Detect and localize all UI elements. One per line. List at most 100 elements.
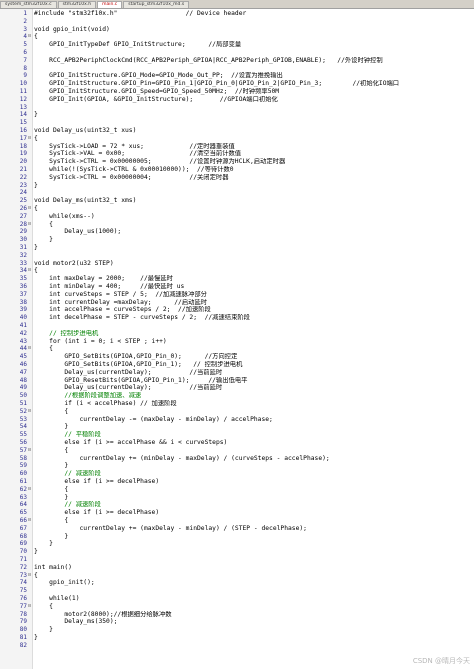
- tab-file[interactable]: main.c: [97, 1, 123, 8]
- code-line[interactable]: [34, 119, 474, 127]
- code-line[interactable]: }: [34, 111, 474, 119]
- code-line[interactable]: [34, 104, 474, 112]
- code-line[interactable]: }: [34, 626, 474, 634]
- code-line[interactable]: #include "stm32f10x.h" // Device header: [34, 10, 474, 18]
- tab-file[interactable]: startup_stm32f10x_md.s: [123, 1, 190, 8]
- fold-toggle-icon[interactable]: ⊟: [27, 267, 32, 275]
- code-line[interactable]: void gpio_init(void): [34, 26, 474, 34]
- code-line[interactable]: {: [34, 135, 474, 143]
- code-line[interactable]: currentDelay += (maxDelay - minDelay) / …: [34, 525, 474, 533]
- fold-toggle-icon[interactable]: ⊟: [27, 205, 32, 213]
- code-editor[interactable]: 1 2 3 4 ⊟ 5 6 7 8 9 10 11 12 13 14 15 16 17 ⊟ 18 19 20 21 22 23 2…: [0, 9, 474, 669]
- code-line[interactable]: }: [34, 462, 474, 470]
- code-line[interactable]: // 平稳阶段: [34, 431, 474, 439]
- code-line[interactable]: }: [34, 634, 474, 642]
- code-line[interactable]: if (i < accelPhase) // 加速阶段: [34, 400, 474, 408]
- code-line[interactable]: [34, 65, 474, 73]
- code-line[interactable]: GPIO_InitTypeDef GPIO_InitStructure; //局…: [34, 41, 474, 49]
- fold-toggle-icon[interactable]: ⊟: [27, 408, 32, 416]
- code-line[interactable]: {: [34, 408, 474, 416]
- code-line[interactable]: [34, 642, 474, 650]
- code-line[interactable]: while(xms--): [34, 213, 474, 221]
- tab-file[interactable]: system_stm32f10x.c: [0, 1, 57, 8]
- fold-toggle-icon[interactable]: ⊟: [27, 486, 32, 494]
- code-line[interactable]: else if (i >= decelPhase): [34, 509, 474, 517]
- code-line[interactable]: [34, 49, 474, 57]
- code-line[interactable]: // 控制步进电机: [34, 330, 474, 338]
- tab-file[interactable]: stm32f10x.h: [57, 1, 97, 8]
- code-line[interactable]: currentDelay -= (maxDelay - minDelay) / …: [34, 416, 474, 424]
- code-line[interactable]: {: [34, 221, 474, 229]
- fold-toggle-icon[interactable]: ⊟: [27, 221, 32, 229]
- fold-toggle-icon[interactable]: ⊟: [27, 447, 32, 455]
- code-line[interactable]: [34, 189, 474, 197]
- code-line[interactable]: {: [34, 517, 474, 525]
- code-line[interactable]: }: [34, 423, 474, 431]
- code-line[interactable]: GPIO_Init(GPIOA, &GPIO_InitStructure); /…: [34, 96, 474, 104]
- code-line[interactable]: int curveSteps = STEP / 5; //加减速脉冲部分: [34, 291, 474, 299]
- code-line[interactable]: {: [34, 345, 474, 353]
- code-line[interactable]: currentDelay += (minDelay - maxDelay) / …: [34, 455, 474, 463]
- fold-toggle-icon[interactable]: ⊟: [27, 135, 32, 143]
- code-line[interactable]: int minDelay = 400; //最快延时 us: [34, 283, 474, 291]
- code-line[interactable]: // 减速阶段: [34, 501, 474, 509]
- code-line[interactable]: GPIO_InitStructure.GPIO_Speed=GPIO_Speed…: [34, 88, 474, 96]
- code-line[interactable]: [34, 252, 474, 260]
- code-line[interactable]: {: [34, 33, 474, 41]
- code-line[interactable]: motor2(8000);//根据细分给脉冲数: [34, 611, 474, 619]
- code-line[interactable]: int accelPhase = curveSteps / 2; //加速阶段: [34, 306, 474, 314]
- code-line[interactable]: SysTick->CTRL = 0x00000004; //关闭定时器: [34, 174, 474, 182]
- code-line[interactable]: while(!(SysTick->CTRL & 0x00010000)); //…: [34, 166, 474, 174]
- code-line[interactable]: SysTick->CTRL = 0x00000005; //设置时钟源为HCLK…: [34, 158, 474, 166]
- code-line[interactable]: int maxDelay = 2000; //最慢延时: [34, 275, 474, 283]
- code-line[interactable]: Delay_us(1000);: [34, 228, 474, 236]
- code-line[interactable]: [34, 18, 474, 26]
- code-line[interactable]: else if (i >= accelPhase && i < curveSte…: [34, 439, 474, 447]
- code-line[interactable]: }: [34, 494, 474, 502]
- code-line[interactable]: }: [34, 548, 474, 556]
- code-line[interactable]: }: [34, 236, 474, 244]
- code-line[interactable]: GPIO_InitStructure.GPIO_Pin=GPIO_Pin_1|G…: [34, 80, 474, 88]
- code-line[interactable]: //根据阶段调整加速、减速: [34, 392, 474, 400]
- code-line[interactable]: {: [34, 205, 474, 213]
- code-line[interactable]: Delay_us(currentDelay); //当前延时: [34, 369, 474, 377]
- code-line[interactable]: RCC_APB2PeriphClockCmd(RCC_APB2Periph_GP…: [34, 57, 474, 65]
- code-line[interactable]: GPIO_SetBits(GPIOA,GPIO_Pin_0); //方向控定: [34, 353, 474, 361]
- code-line[interactable]: GPIO_SetBits(GPIOA,GPIO_Pin_1); // 控制步进电…: [34, 361, 474, 369]
- code-line[interactable]: {: [34, 603, 474, 611]
- fold-toggle-icon[interactable]: ⊟: [27, 517, 32, 525]
- code-line[interactable]: }: [34, 533, 474, 541]
- code-line[interactable]: [34, 556, 474, 564]
- code-line[interactable]: SysTick->VAL = 0x00; //清空当前计数值: [34, 150, 474, 158]
- fold-toggle-icon[interactable]: ⊟: [27, 33, 32, 41]
- code-line[interactable]: void Delay_us(uint32_t xus): [34, 127, 474, 135]
- code-line[interactable]: {: [34, 572, 474, 580]
- code-line[interactable]: {: [34, 447, 474, 455]
- code-line[interactable]: Delay_us(currentDelay); //当前延时: [34, 384, 474, 392]
- code-line[interactable]: [34, 322, 474, 330]
- code-line[interactable]: gpio_init();: [34, 579, 474, 587]
- code-line[interactable]: int main(): [34, 564, 474, 572]
- line-number: 13: [19, 103, 27, 111]
- code-line[interactable]: Delay_ms(350);: [34, 618, 474, 626]
- code-line[interactable]: }: [34, 244, 474, 252]
- code-line[interactable]: GPIO_ResetBits(GPIOA,GPIO_Pin_1); //输出低电…: [34, 377, 474, 385]
- code-line[interactable]: void Delay_ms(uint32_t xms): [34, 197, 474, 205]
- code-line[interactable]: else if (i >= decelPhase): [34, 478, 474, 486]
- code-line[interactable]: [34, 587, 474, 595]
- code-line[interactable]: // 减速阶段: [34, 470, 474, 478]
- fold-toggle-icon[interactable]: ⊟: [27, 572, 32, 580]
- code-line[interactable]: {: [34, 486, 474, 494]
- code-line[interactable]: int decelPhase = STEP - curveSteps / 2; …: [34, 314, 474, 322]
- code-line[interactable]: void motor2(u32 STEP): [34, 260, 474, 268]
- code-line[interactable]: }: [34, 540, 474, 548]
- code-line[interactable]: while(1): [34, 595, 474, 603]
- code-line[interactable]: int currentDelay =maxDelay; //启动延时: [34, 299, 474, 307]
- code-line[interactable]: SysTick->LOAD = 72 * xus; //定时器重装值: [34, 143, 474, 151]
- code-line[interactable]: GPIO_InitStructure.GPIO_Mode=GPIO_Mode_O…: [34, 72, 474, 80]
- code-line[interactable]: }: [34, 182, 474, 190]
- code-line[interactable]: for (int i = 0; i < STEP ; i++): [34, 338, 474, 346]
- fold-toggle-icon[interactable]: ⊟: [27, 345, 32, 353]
- fold-toggle-icon[interactable]: ⊟: [27, 603, 32, 611]
- code-line[interactable]: {: [34, 267, 474, 275]
